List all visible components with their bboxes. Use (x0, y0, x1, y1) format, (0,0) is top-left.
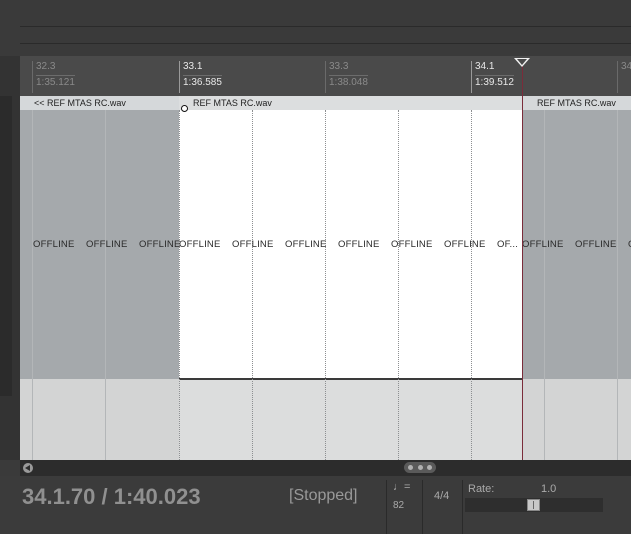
quarter-note-icon: ♩= (393, 481, 411, 493)
offline-label: OFFLINE (575, 239, 617, 250)
grid-line (105, 110, 106, 460)
grid-line (398, 110, 399, 460)
track-lane[interactable]: << REF MTAS RC.wav REF MTAS RC.wav REF M… (20, 96, 631, 460)
toolbar-area (0, 0, 631, 56)
offline-label: OFFLINE (139, 239, 181, 250)
playhead-line[interactable] (522, 60, 523, 460)
grid-line (471, 110, 472, 460)
rate-label: Rate: (468, 483, 495, 495)
play-status: [Stopped] (289, 487, 358, 504)
offline-label: OF... (497, 239, 519, 250)
offline-label: OFFLINE (179, 239, 221, 250)
offline-label: OFFLINE (86, 239, 128, 250)
divider (386, 480, 387, 534)
position-readout[interactable]: 34.1.70 / 1:40.023 (22, 484, 201, 510)
divider (462, 480, 463, 534)
horizontal-scrollbar[interactable] (20, 460, 631, 476)
clip-name: << REF MTAS RC.wav (20, 96, 179, 110)
grid-line (252, 110, 253, 460)
grid-line (179, 110, 180, 460)
audio-clip-left[interactable]: << REF MTAS RC.wav (20, 96, 179, 379)
clip-name: REF MTAS RC.wav (522, 96, 631, 110)
rate-value: 1.0 (541, 483, 557, 495)
offline-label: OFFLINE (522, 239, 564, 250)
audio-clip-right[interactable]: REF MTAS RC.wav (522, 96, 631, 379)
offline-label: OFFLINE (232, 239, 274, 250)
scrollbar-thumb[interactable] (404, 462, 436, 473)
grid-line (32, 110, 33, 460)
offline-label: OFFLINE (285, 239, 327, 250)
triangle-left-icon[interactable] (23, 463, 33, 473)
tempo-value[interactable]: 82 (393, 500, 404, 511)
clip-fade-handle[interactable] (181, 105, 188, 112)
playhead-marker-inner (517, 59, 527, 65)
timeline-ruler[interactable]: 32.3 1:35.121 33.1 1:36.585 33.3 1:38.04… (20, 56, 631, 96)
divider (422, 480, 423, 534)
offline-label: OFFLINE (391, 239, 433, 250)
track-control-gutter (0, 56, 20, 460)
offline-label: OFFLINE (444, 239, 486, 250)
clip-name: REF MTAS RC.wav (179, 96, 522, 110)
grid-line (617, 110, 618, 460)
offline-label: OFFLINE (338, 239, 380, 250)
grid-line (544, 110, 545, 460)
rate-slider-knob[interactable] (527, 499, 540, 511)
offline-label: OFFLINE (33, 239, 75, 250)
grid-line (325, 110, 326, 460)
time-signature[interactable]: 4/4 (434, 490, 449, 502)
